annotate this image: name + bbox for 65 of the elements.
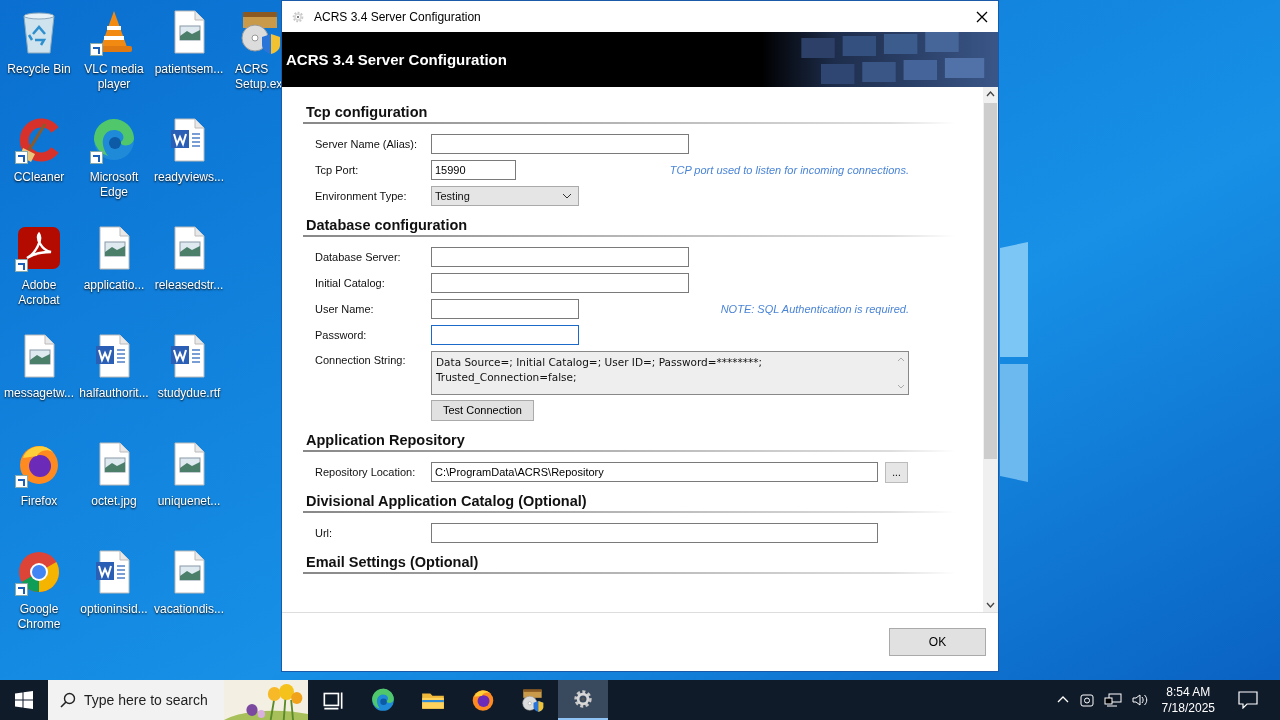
desktop-icon-label[interactable]: halfauthorit... — [77, 386, 151, 401]
desktop-icon-label[interactable]: readyviews... — [152, 170, 226, 185]
notification-icon[interactable] — [1238, 691, 1258, 709]
text-field[interactable] — [431, 273, 689, 293]
desktop-icon-label[interactable]: optioninsid... — [77, 602, 151, 617]
section-heading: Application Repository — [305, 431, 466, 449]
text-field[interactable] — [431, 299, 579, 319]
window-title: ACRS 3.4 Server Configuration — [314, 9, 482, 24]
desktop-icon-label[interactable]: uniquenet... — [152, 494, 226, 509]
field-label: Database Server: — [315, 251, 402, 263]
text-field[interactable]: C:\ProgramData\ACRS\Repository — [431, 462, 878, 482]
text-field[interactable] — [431, 325, 579, 345]
speaker-icon[interactable] — [1130, 692, 1149, 708]
text-field[interactable] — [431, 523, 878, 543]
ok-button[interactable]: OK — [889, 628, 986, 656]
search-field[interactable]: Type here to search — [84, 692, 224, 708]
text-field[interactable] — [431, 134, 689, 154]
banner-title: ACRS 3.4 Server Configuration — [285, 51, 508, 68]
connection-string-field[interactable]: Data Source=; Initial Catalog=; User ID=; Password=********; Trusted_Connection=false; — [431, 351, 909, 395]
desktop-icon-label[interactable]: Adobe Acrobat — [2, 278, 76, 308]
environment-dropdown[interactable]: Testing — [431, 186, 579, 206]
search-icon[interactable] — [60, 692, 76, 708]
search-bar[interactable]: Type here to search — [48, 680, 308, 720]
browse-button[interactable]: ... — [885, 461, 908, 483]
field-label: Password: — [315, 329, 368, 341]
section-heading: Email Settings (Optional) — [305, 553, 480, 571]
gear-icon[interactable] — [558, 680, 608, 720]
close-icon[interactable] — [976, 10, 988, 23]
field-label: Url: — [315, 527, 334, 539]
desktop-icon-label[interactable]: Recycle Bin — [2, 62, 76, 77]
field-label: Tcp Port: — [315, 164, 360, 176]
field-label: Connection String: — [315, 353, 407, 366]
desktop-icon-label[interactable]: releasedstr... — [152, 278, 226, 293]
hint-text: TCP port used to listen for incoming connections. — [668, 164, 910, 176]
clock[interactable]: 8:54 AM 7/18/2025 — [1161, 684, 1215, 716]
section-heading: Divisional Application Catalog (Optional) — [305, 492, 588, 510]
desktop-icon-label[interactable]: Firefox — [2, 494, 76, 509]
section-heading: Tcp configuration — [305, 103, 429, 121]
desktop-icon-label[interactable]: VLC media player — [77, 62, 151, 92]
hint-text: NOTE: SQL Authentication is required. — [719, 303, 910, 315]
field-label: User Name: — [315, 303, 375, 315]
desktop-icon-label[interactable]: ACRS Setup.ex — [235, 62, 281, 92]
desktop-icon-label[interactable]: CCleaner — [2, 170, 76, 185]
field-label: Environment Type: — [315, 190, 408, 202]
desktop-icon-label[interactable]: applicatio... — [77, 278, 151, 293]
field-label: Initial Catalog: — [315, 277, 386, 289]
scrollbar[interactable] — [983, 87, 998, 612]
desktop-icon-label[interactable]: vacationdis... — [152, 602, 226, 617]
desktop-icon-label[interactable]: Microsoft Edge — [77, 170, 151, 200]
field-label: Repository Location: — [315, 466, 417, 478]
acrobat-icon[interactable] — [15, 224, 63, 272]
desktop-icon-label[interactable]: studydue.rtf — [152, 386, 226, 401]
text-field[interactable] — [431, 247, 689, 267]
desktop-icon-label[interactable]: patientsem... — [152, 62, 226, 77]
field-label: Server Name (Alias): — [315, 138, 419, 150]
text-field[interactable]: 15990 — [431, 160, 516, 180]
network-icon[interactable] — [1103, 692, 1122, 708]
test-connection-button[interactable]: Test Connection — [431, 399, 534, 421]
section-heading: Database configuration — [305, 216, 469, 234]
desktop-icon-label[interactable]: Google Chrome — [2, 602, 76, 632]
caret-icon[interactable] — [562, 193, 572, 199]
start-icon[interactable] — [15, 691, 33, 709]
desktop-icon-label[interactable]: messagetw... — [2, 386, 76, 401]
camera-icon[interactable] — [1078, 692, 1095, 708]
desktop-icon-label[interactable]: octet.jpg — [77, 494, 151, 509]
